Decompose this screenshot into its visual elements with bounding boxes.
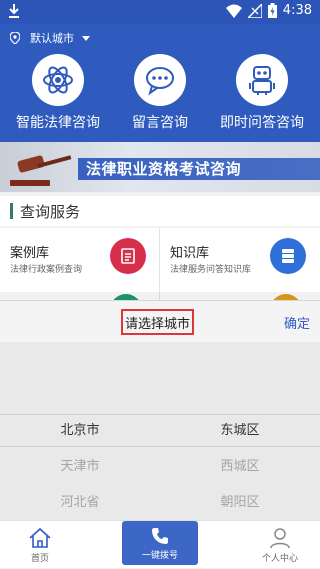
battery-icon	[267, 3, 277, 18]
atom-icon	[43, 66, 73, 94]
city-picker-header: 请选择城市 确定	[0, 300, 320, 342]
picker-divider	[0, 414, 320, 415]
province-wheel[interactable]: 北京市 天津市 河北省	[0, 418, 160, 516]
robot-icon	[249, 66, 275, 95]
one-click-call-button[interactable]: 一键拨号	[122, 521, 198, 565]
exam-banner[interactable]: 法律职业资格考试咨询	[0, 142, 320, 192]
call-label: 一键拨号	[141, 551, 178, 561]
status-time: 4:38	[282, 3, 312, 18]
gavel-icon	[10, 155, 72, 186]
hero-header: 默认城市 智能法律咨询 留言咨询 即时问答咨询	[0, 24, 320, 142]
banner-text: 法律职业资格考试咨询	[86, 160, 242, 178]
service-title: 知识库	[170, 246, 210, 261]
confirm-button[interactable]: 确定	[284, 313, 310, 332]
location-pin-icon	[10, 32, 20, 44]
feature-instant-qa[interactable]: 即时问答咨询	[212, 54, 312, 132]
city-selector[interactable]: 默认城市	[10, 30, 90, 46]
picker-title: 请选择城市	[121, 309, 194, 335]
feature-label: 即时问答咨询	[220, 115, 304, 131]
service-title: 案例库	[10, 246, 50, 261]
wifi-icon	[225, 4, 242, 18]
city-picker: 北京市 天津市 河北省 东城区 西城区 朝阳区	[0, 342, 320, 520]
district-wheel[interactable]: 东城区 西城区 朝阳区	[160, 418, 320, 516]
picker-option[interactable]: 西城区	[160, 454, 320, 480]
database-icon	[270, 238, 306, 274]
feature-label: 智能法律咨询	[16, 115, 100, 131]
chevron-down-icon	[82, 35, 90, 41]
tab-home[interactable]: 首页	[0, 521, 80, 569]
service-cards: 案例库 法律行政案例查询 知识库 法律服务问答知识库	[0, 228, 320, 326]
tab-label: 个人中心	[261, 554, 298, 564]
picker-option[interactable]: 北京市	[0, 418, 160, 444]
section-accent-bar	[10, 203, 13, 219]
signal-icon	[247, 3, 262, 18]
service-card-knowledge[interactable]: 知识库 法律服务问答知识库	[160, 228, 320, 300]
chat-bubble-icon	[146, 67, 174, 96]
tab-profile[interactable]: 个人中心	[240, 521, 320, 569]
feature-label: 留言咨询	[132, 115, 188, 131]
service-subtitle: 法律行政案例查询	[10, 265, 83, 275]
download-icon	[9, 4, 19, 18]
feature-smart-legal[interactable]: 智能法律咨询	[8, 54, 108, 132]
service-card-cases[interactable]: 案例库 法律行政案例查询	[0, 228, 160, 300]
picker-option[interactable]: 朝阳区	[160, 490, 320, 516]
picker-option[interactable]: 河北省	[0, 490, 160, 516]
document-icon	[110, 238, 146, 274]
phone-icon	[152, 528, 168, 544]
service-subtitle: 法律服务问答知识库	[170, 265, 252, 275]
user-icon	[270, 528, 290, 549]
city-label: 默认城市	[30, 32, 74, 45]
status-bar: 4:38	[0, 0, 320, 24]
section-header: 查询服务	[0, 196, 320, 226]
picker-option[interactable]: 天津市	[0, 454, 160, 480]
section-title: 查询服务	[20, 203, 81, 221]
home-icon	[29, 527, 51, 548]
tab-label: 首页	[30, 554, 49, 564]
feature-message-consult[interactable]: 留言咨询	[110, 54, 210, 132]
picker-option[interactable]: 东城区	[160, 418, 320, 444]
